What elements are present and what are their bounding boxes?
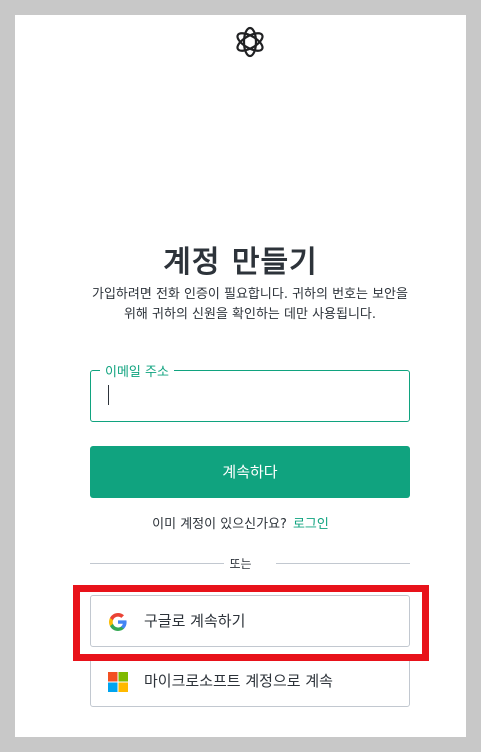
- signup-page: 계정 만들기 가입하려면 전화 인증이 필요합니다. 귀하의 번호는 보안을 위…: [15, 15, 466, 737]
- highlight-annotation-box: [73, 585, 429, 661]
- divider-text: 또는: [229, 557, 252, 571]
- continue-button[interactable]: 계속하다: [90, 446, 410, 498]
- text-caret: [108, 385, 109, 405]
- page-title: 계정 만들기: [163, 245, 318, 280]
- page-description: 가입하려면 전화 인증이 필요합니다. 귀하의 번호는 보안을 위해 귀하의 신…: [92, 287, 408, 322]
- email-input[interactable]: [105, 383, 399, 411]
- microsoft-logo-icon: [108, 672, 128, 692]
- email-field-label: 이메일 주소: [100, 361, 174, 380]
- microsoft-button-label: 마이크로소프트 계정으로 계속: [144, 672, 333, 690]
- microsoft-continue-button[interactable]: 마이크로소프트 계정으로 계속: [90, 655, 410, 707]
- login-link[interactable]: 로그인: [293, 517, 329, 532]
- email-field[interactable]: 이메일 주소: [90, 361, 410, 422]
- openai-logo-icon: [236, 26, 264, 58]
- login-prompt-row: 이미 계정이 있으신가요? 로그인: [15, 513, 466, 532]
- login-prompt-text: 이미 계정이 있으신가요?: [152, 517, 287, 532]
